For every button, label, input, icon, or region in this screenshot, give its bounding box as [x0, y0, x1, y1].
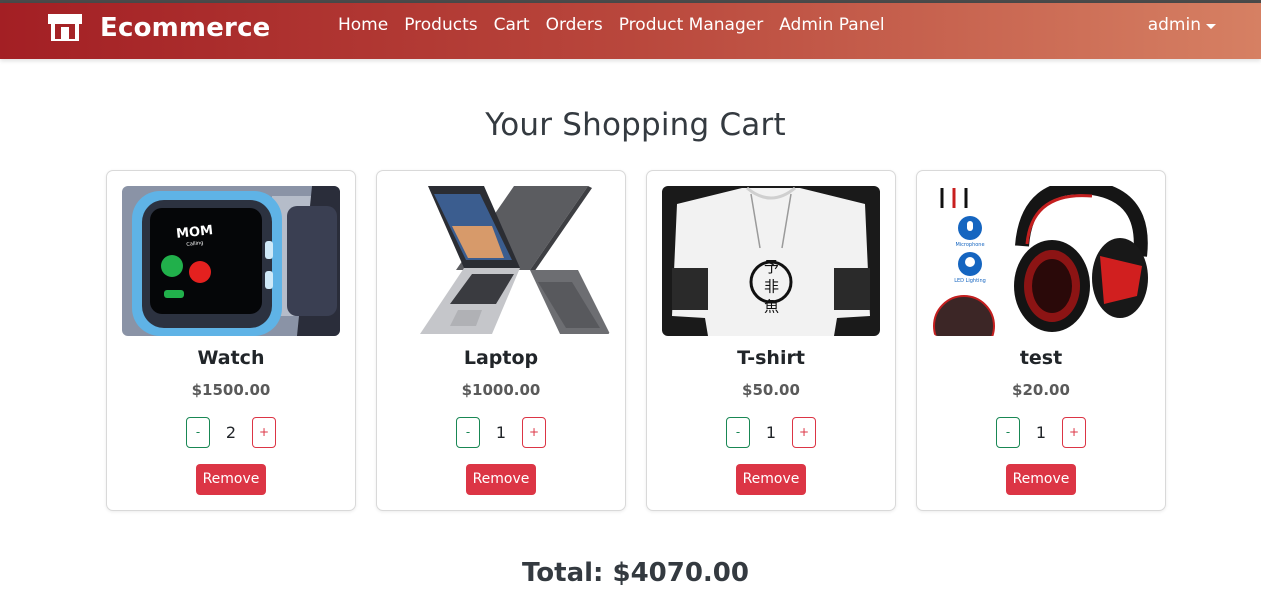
- remove-button[interactable]: Remove: [466, 464, 536, 495]
- cart-total: Total: $4070.00: [522, 558, 749, 588]
- nav-home[interactable]: Home: [330, 14, 396, 36]
- quantity-stepper: - 1 +: [377, 417, 625, 448]
- quantity-stepper: - 1 +: [647, 417, 895, 448]
- remove-button[interactable]: Remove: [736, 464, 806, 495]
- increase-quantity-button[interactable]: +: [522, 417, 546, 448]
- product-price: $1500.00: [191, 381, 271, 399]
- decrease-quantity-button[interactable]: -: [456, 417, 480, 448]
- headphones-image: Microphone LED Lighting: [932, 186, 1150, 336]
- page-title: Your Shopping Cart: [485, 107, 786, 143]
- nav-product-manager[interactable]: Product Manager: [611, 14, 771, 36]
- user-dropdown[interactable]: admin: [1148, 14, 1216, 36]
- nav-admin-panel[interactable]: Admin Panel: [771, 14, 892, 36]
- laptop-image: [392, 186, 610, 336]
- cart-item-card: MOM Calling Watch $1500.00 - 2 + Remove: [106, 170, 356, 511]
- caret-down-icon: [1206, 23, 1216, 29]
- decrease-quantity-button[interactable]: -: [726, 417, 750, 448]
- brand-name: Ecommerce: [100, 13, 271, 43]
- nav-cart[interactable]: Cart: [486, 14, 538, 36]
- decrease-quantity-button[interactable]: -: [186, 417, 210, 448]
- remove-button[interactable]: Remove: [196, 464, 266, 495]
- product-name: T-shirt: [737, 347, 805, 369]
- user-name: admin: [1147, 15, 1201, 35]
- nav-links: Home Products Cart Orders Product Manage…: [330, 14, 893, 36]
- remove-button[interactable]: Remove: [1006, 464, 1076, 495]
- quantity-stepper: - 2 +: [107, 417, 355, 448]
- brand[interactable]: Ecommerce: [47, 8, 271, 48]
- cart-item-card: Laptop $1000.00 - 1 + Remove: [376, 170, 626, 511]
- headset-led-text: LED Lighting: [954, 278, 986, 284]
- quantity-stepper: - 1 +: [917, 417, 1165, 448]
- tshirt-print-text: 予 非 魚: [762, 259, 780, 314]
- storefront-icon: [47, 13, 100, 43]
- tshirt-image: 予 非 魚: [662, 186, 880, 336]
- headset-mic-text: Microphone: [955, 242, 984, 248]
- increase-quantity-button[interactable]: +: [252, 417, 276, 448]
- quantity-value: 1: [765, 423, 777, 442]
- product-name: Laptop: [463, 347, 539, 369]
- product-name: test: [1019, 347, 1063, 369]
- decrease-quantity-button[interactable]: -: [996, 417, 1020, 448]
- increase-quantity-button[interactable]: +: [792, 417, 816, 448]
- increase-quantity-button[interactable]: +: [1062, 417, 1086, 448]
- product-price: $20.00: [1012, 381, 1070, 399]
- quantity-value: 1: [1035, 423, 1047, 442]
- product-name: Watch: [197, 347, 265, 369]
- cart-item-card: Microphone LED Lighting test $20.00 - 1 …: [916, 170, 1166, 511]
- quantity-value: 2: [225, 423, 237, 442]
- product-price: $50.00: [742, 381, 800, 399]
- cart-item-card: 予 非 魚 T-shirt $50.00 - 1 + Remove: [646, 170, 896, 511]
- nav-orders[interactable]: Orders: [538, 14, 611, 36]
- smartwatch-image: MOM Calling: [122, 186, 340, 336]
- quantity-value: 1: [495, 423, 507, 442]
- nav-products[interactable]: Products: [396, 14, 485, 36]
- product-price: $1000.00: [461, 381, 541, 399]
- navbar: Ecommerce Home Products Cart Orders Prod…: [0, 3, 1261, 59]
